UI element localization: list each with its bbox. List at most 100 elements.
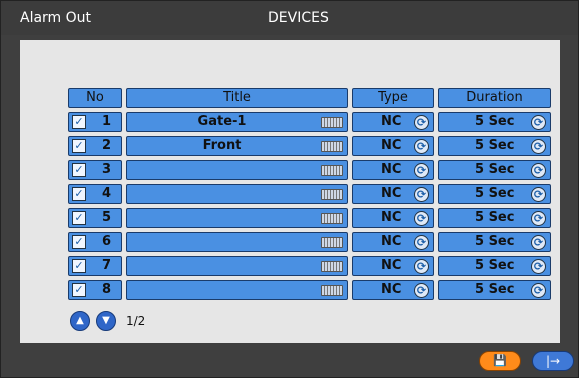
row-no-cell: ✓ 5 xyxy=(68,208,122,228)
title-field[interactable] xyxy=(126,280,348,300)
title-field[interactable] xyxy=(126,184,348,204)
enable-checkbox[interactable]: ✓ xyxy=(72,187,86,201)
type-value: NC xyxy=(381,234,402,249)
title-field[interactable] xyxy=(126,256,348,276)
keyboard-icon[interactable] xyxy=(321,189,343,200)
enable-checkbox[interactable]: ✓ xyxy=(72,283,86,297)
type-selector[interactable]: NC ⟳ xyxy=(352,280,434,300)
enable-checkbox[interactable]: ✓ xyxy=(72,139,86,153)
keyboard-icon[interactable] xyxy=(321,141,343,152)
row-number: 5 xyxy=(101,210,111,225)
type-selector[interactable]: NC ⟳ xyxy=(352,112,434,132)
row-no-cell: ✓ 3 xyxy=(68,160,122,180)
cycle-icon[interactable]: ⟳ xyxy=(531,163,546,178)
page-up-button[interactable]: ▲ xyxy=(70,311,90,331)
type-value: NC xyxy=(381,162,402,177)
keyboard-icon[interactable] xyxy=(321,117,343,128)
duration-selector[interactable]: 5 Sec ⟳ xyxy=(438,136,551,156)
enable-checkbox[interactable]: ✓ xyxy=(72,235,86,249)
duration-value: 5 Sec xyxy=(475,186,515,201)
type-selector[interactable]: NC ⟳ xyxy=(352,208,434,228)
title-field[interactable] xyxy=(126,232,348,252)
type-selector[interactable]: NC ⟳ xyxy=(352,256,434,276)
enable-checkbox[interactable]: ✓ xyxy=(72,115,86,129)
cycle-icon[interactable]: ⟳ xyxy=(531,283,546,298)
type-value: NC xyxy=(381,258,402,273)
cycle-icon[interactable]: ⟳ xyxy=(414,211,429,226)
row-number: 2 xyxy=(101,138,111,153)
row-number: 6 xyxy=(101,234,111,249)
duration-selector[interactable]: 5 Sec ⟳ xyxy=(438,256,551,276)
keyboard-icon[interactable] xyxy=(321,261,343,272)
duration-selector[interactable]: 5 Sec ⟳ xyxy=(438,232,551,252)
checkbox-icon: ✓ xyxy=(74,211,84,224)
keyboard-icon[interactable] xyxy=(321,237,343,248)
arrow-up-icon: ▲ xyxy=(76,315,84,326)
title-field[interactable]: Gate-1 xyxy=(126,112,348,132)
cycle-icon[interactable]: ⟳ xyxy=(414,139,429,154)
duration-selector[interactable]: 5 Sec ⟳ xyxy=(438,184,551,204)
title-field[interactable] xyxy=(126,160,348,180)
alarm-out-window: Alarm Out DEVICES No Title Type Duration… xyxy=(0,0,579,378)
row-number: 4 xyxy=(101,186,111,201)
cycle-icon[interactable]: ⟳ xyxy=(414,115,429,130)
cycle-icon[interactable]: ⟳ xyxy=(531,211,546,226)
row-no-cell: ✓ 2 xyxy=(68,136,122,156)
type-selector[interactable]: NC ⟳ xyxy=(352,184,434,204)
cycle-icon[interactable]: ⟳ xyxy=(531,187,546,202)
duration-selector[interactable]: 5 Sec ⟳ xyxy=(438,112,551,132)
enable-checkbox[interactable]: ✓ xyxy=(72,211,86,225)
cycle-icon[interactable]: ⟳ xyxy=(531,115,546,130)
header-no: No xyxy=(68,88,122,108)
row-number: 7 xyxy=(101,258,111,273)
cycle-icon[interactable]: ⟳ xyxy=(414,259,429,274)
cycle-icon[interactable]: ⟳ xyxy=(414,283,429,298)
keyboard-icon[interactable] xyxy=(321,285,343,296)
header-duration: Duration xyxy=(438,88,551,108)
title-value: Gate-1 xyxy=(197,114,247,129)
checkbox-icon: ✓ xyxy=(74,187,84,200)
row-no-cell: ✓ 7 xyxy=(68,256,122,276)
type-value: NC xyxy=(381,282,402,297)
row-number: 1 xyxy=(101,114,111,129)
type-selector[interactable]: NC ⟳ xyxy=(352,160,434,180)
duration-value: 5 Sec xyxy=(475,234,515,249)
title-field[interactable]: Front xyxy=(126,136,348,156)
row-number: 3 xyxy=(101,162,111,177)
checkbox-icon: ✓ xyxy=(74,115,84,128)
cycle-icon[interactable]: ⟳ xyxy=(414,187,429,202)
save-icon: 💾 xyxy=(493,354,507,367)
row-no-cell: ✓ 8 xyxy=(68,280,122,300)
arrow-down-icon: ▼ xyxy=(102,315,110,326)
enable-checkbox[interactable]: ✓ xyxy=(72,259,86,273)
duration-selector[interactable]: 5 Sec ⟳ xyxy=(438,280,551,300)
type-selector[interactable]: NC ⟳ xyxy=(352,232,434,252)
duration-value: 5 Sec xyxy=(475,210,515,225)
window-title: Alarm Out xyxy=(20,10,92,26)
checkbox-icon: ✓ xyxy=(74,283,84,296)
type-value: NC xyxy=(381,138,402,153)
cycle-icon[interactable]: ⟳ xyxy=(531,259,546,274)
exit-icon: |→ xyxy=(545,354,561,368)
cycle-icon[interactable]: ⟳ xyxy=(531,139,546,154)
exit-button[interactable]: |→ xyxy=(532,351,574,371)
page-indicator: 1/2 xyxy=(126,314,146,328)
duration-selector[interactable]: 5 Sec ⟳ xyxy=(438,208,551,228)
keyboard-icon[interactable] xyxy=(321,213,343,224)
duration-value: 5 Sec xyxy=(475,138,515,153)
cycle-icon[interactable]: ⟳ xyxy=(531,235,546,250)
duration-selector[interactable]: 5 Sec ⟳ xyxy=(438,160,551,180)
type-selector[interactable]: NC ⟳ xyxy=(352,136,434,156)
title-field[interactable] xyxy=(126,208,348,228)
duration-value: 5 Sec xyxy=(475,114,515,129)
header-type: Type xyxy=(352,88,434,108)
page-down-button[interactable]: ▼ xyxy=(96,311,116,331)
checkbox-icon: ✓ xyxy=(74,139,84,152)
type-value: NC xyxy=(381,114,402,129)
save-button[interactable]: 💾 xyxy=(479,351,521,371)
keyboard-icon[interactable] xyxy=(321,165,343,176)
cycle-icon[interactable]: ⟳ xyxy=(414,163,429,178)
titlebar: Alarm Out DEVICES xyxy=(1,1,578,35)
cycle-icon[interactable]: ⟳ xyxy=(414,235,429,250)
enable-checkbox[interactable]: ✓ xyxy=(72,163,86,177)
